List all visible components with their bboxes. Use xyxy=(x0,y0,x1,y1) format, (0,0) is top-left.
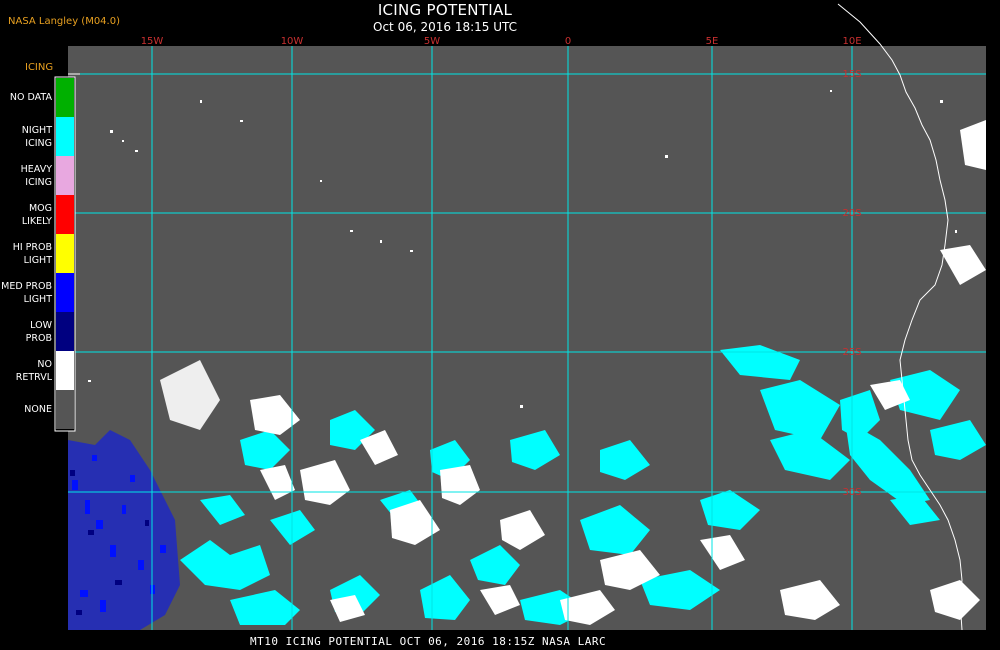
legend-swatch xyxy=(56,390,74,429)
longitude-label: 10E xyxy=(842,36,861,47)
legend-swatch xyxy=(56,273,74,312)
longitude-label: 5W xyxy=(424,36,440,47)
legend-swatch xyxy=(56,195,74,234)
legend-item-label: HI PROB LIGHT xyxy=(12,241,52,266)
legend-swatch xyxy=(56,156,74,195)
legend-title: ICING xyxy=(25,62,54,73)
legend-item-label: MOG LIKELY xyxy=(21,202,52,227)
legend-swatch xyxy=(56,78,74,117)
legend-item-label: NO DATA xyxy=(9,92,52,103)
legend-item-label: LOW PROB xyxy=(25,319,52,344)
longitude-label: 5E xyxy=(706,36,719,47)
legend-swatch xyxy=(56,351,74,390)
latitude-label: 25S xyxy=(842,347,861,358)
legend-swatch xyxy=(56,234,74,273)
icing-map: 15W 10W 5W 0 5E 10E 15S 20S 25S 30S xyxy=(54,3,986,631)
longitude-label: 0 xyxy=(565,36,571,47)
latitude-label: 30S xyxy=(842,487,861,498)
map-footer: MT10 ICING POTENTIAL OCT 06, 2016 18:15Z… xyxy=(250,635,607,648)
legend-swatch xyxy=(56,117,74,156)
legend-swatches xyxy=(56,78,74,429)
legend-item-label: NIGHT ICING xyxy=(21,124,52,149)
latitude-label: 20S xyxy=(842,208,861,219)
legend-item-label: NO RETRVL xyxy=(15,358,52,383)
legend-item-label: HEAVY ICING xyxy=(20,163,52,188)
legend-item-label: MED PROB LIGHT xyxy=(1,280,52,305)
longitude-label: 15W xyxy=(141,36,164,47)
legend-swatch xyxy=(56,312,74,351)
legend-item-label: NONE xyxy=(24,404,52,415)
latitude-label: 15S xyxy=(842,69,861,80)
longitude-label: 10W xyxy=(281,36,304,47)
